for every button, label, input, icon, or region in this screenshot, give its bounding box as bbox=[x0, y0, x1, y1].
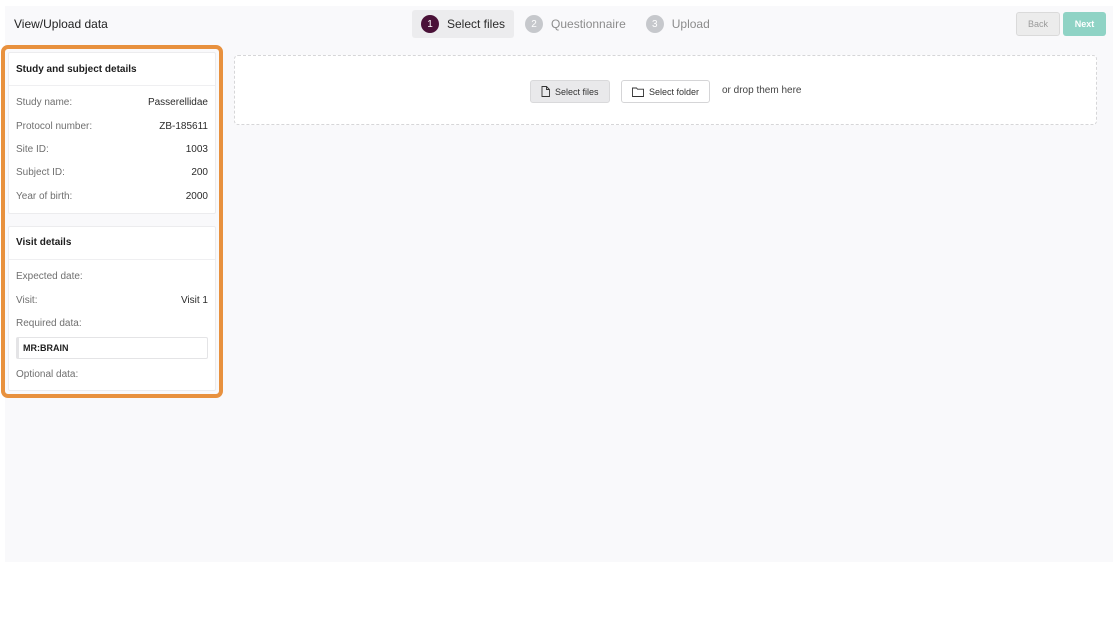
folder-icon bbox=[632, 87, 644, 97]
row-label: Expected date: bbox=[16, 271, 83, 283]
page-title: View/Upload data bbox=[14, 17, 108, 31]
visit-row: Visit: Visit 1 bbox=[16, 288, 208, 311]
required-data-row: Required data: bbox=[16, 312, 208, 335]
row-label: Optional data: bbox=[16, 369, 79, 381]
row-label: Site ID: bbox=[16, 143, 49, 155]
select-folder-button[interactable]: Select folder bbox=[621, 80, 711, 103]
subject-id-row: Subject ID: 200 bbox=[16, 161, 208, 184]
study-card-title: Study and subject details bbox=[9, 53, 215, 86]
visit-details-card: Visit details Expected date: Visit: Visi… bbox=[8, 225, 216, 391]
row-value: 200 bbox=[191, 167, 208, 179]
row-label: Required data: bbox=[16, 317, 82, 329]
row-value: Visit 1 bbox=[180, 294, 208, 306]
next-button[interactable]: Next bbox=[1063, 12, 1106, 36]
step-upload[interactable]: 3 Upload bbox=[637, 10, 719, 38]
step-number: 3 bbox=[645, 15, 664, 33]
file-icon bbox=[541, 86, 550, 97]
step-questionnaire[interactable]: 2 Questionnaire bbox=[516, 10, 635, 38]
details-panel: Study and subject details Study name: Pa… bbox=[8, 52, 216, 391]
row-value: 1003 bbox=[185, 143, 208, 155]
step-label: Questionnaire bbox=[551, 17, 626, 31]
site-id-row: Site ID: 1003 bbox=[16, 138, 208, 161]
drop-hint: or drop them here bbox=[722, 85, 802, 96]
stepper: 1 Select files 2 Questionnaire 3 Upload bbox=[412, 10, 721, 38]
study-name-row: Study name: Passerellidae bbox=[16, 91, 208, 114]
visit-card-title: Visit details bbox=[9, 227, 215, 260]
row-label: Subject ID: bbox=[16, 167, 65, 179]
select-files-button[interactable]: Select files bbox=[530, 80, 610, 103]
protocol-number-row: Protocol number: ZB-185611 bbox=[16, 114, 208, 137]
optional-data-row: Optional data: bbox=[16, 363, 208, 386]
expected-date-row: Expected date: bbox=[16, 265, 208, 288]
back-button[interactable]: Back bbox=[1016, 12, 1060, 36]
required-data-tag: MR:BRAIN bbox=[16, 337, 208, 360]
step-number: 1 bbox=[421, 15, 439, 33]
step-label: Select files bbox=[447, 17, 506, 31]
row-value: ZB-185611 bbox=[159, 120, 208, 132]
details-panel-highlight: Study and subject details Study name: Pa… bbox=[1, 45, 223, 398]
row-label: Protocol number: bbox=[16, 120, 93, 132]
file-dropzone[interactable]: Select files Select folder or drop them … bbox=[234, 55, 1097, 125]
row-label: Year of birth: bbox=[16, 190, 73, 202]
study-details-card: Study and subject details Study name: Pa… bbox=[8, 52, 216, 214]
step-number: 2 bbox=[525, 15, 544, 33]
row-value: Passerellidae bbox=[147, 97, 208, 109]
step-label: Upload bbox=[671, 17, 710, 31]
row-label: Study name: bbox=[16, 97, 73, 109]
row-value: 2000 bbox=[185, 190, 208, 202]
row-label: Visit: bbox=[16, 294, 38, 306]
select-folder-label: Select folder bbox=[649, 86, 700, 97]
step-select-files[interactable]: 1 Select files bbox=[412, 10, 515, 38]
year-of-birth-row: Year of birth: 2000 bbox=[16, 185, 208, 208]
select-files-label: Select files bbox=[555, 86, 599, 97]
